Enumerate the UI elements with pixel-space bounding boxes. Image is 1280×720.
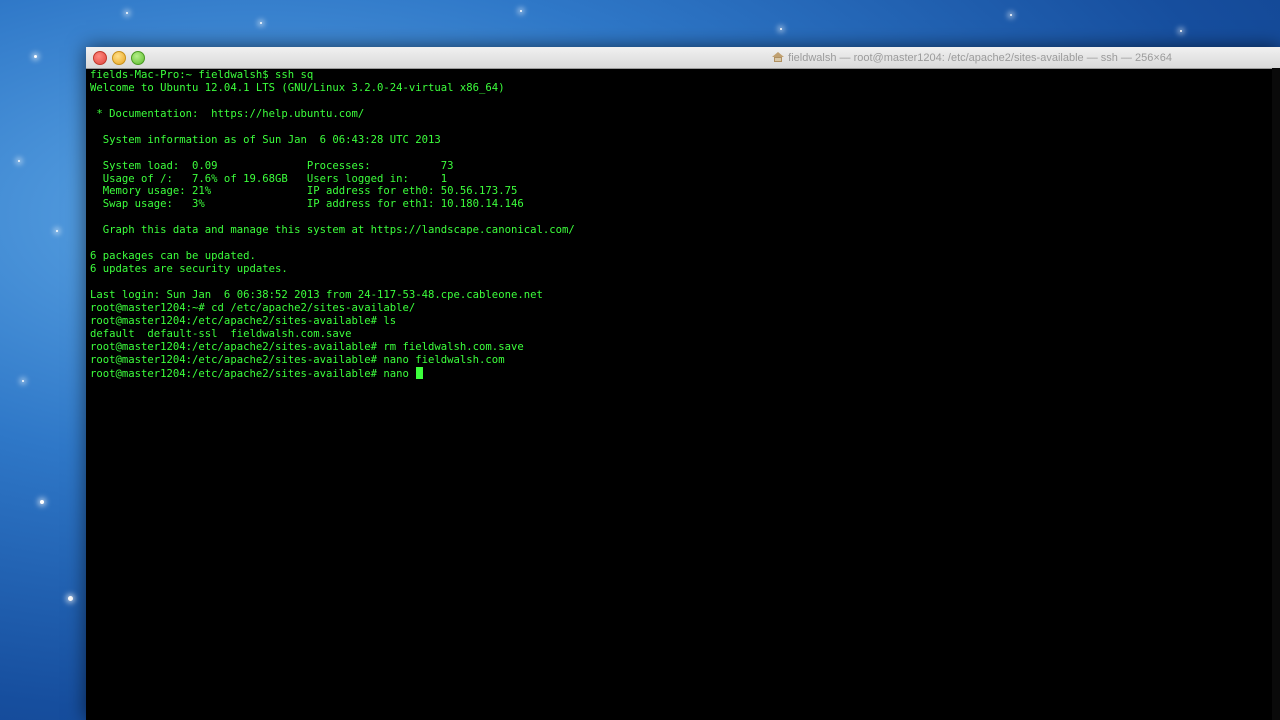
star-decoration (18, 160, 20, 162)
terminal-current-line[interactable]: root@master1204:/etc/apache2/sites-avail… (90, 366, 1270, 380)
terminal-line: root@master1204:~# cd /etc/apache2/sites… (90, 301, 416, 314)
star-decoration (780, 28, 782, 30)
terminal-output[interactable]: fields-Mac-Pro:~ fieldwalsh$ ssh sq Welco… (90, 69, 1270, 709)
star-decoration (520, 10, 522, 12)
terminal-line: default default-ssl fieldwalsh.com.save (90, 327, 352, 340)
star-decoration (1010, 14, 1012, 16)
star-decoration (126, 12, 128, 14)
terminal-line: 6 updates are security updates. (90, 263, 288, 276)
star-decoration (22, 380, 24, 382)
terminal-line: root@master1204:/etc/apache2/sites-avail… (90, 340, 524, 353)
minimize-window-button[interactable] (112, 51, 126, 65)
terminal-line: 6 packages can be updated. (90, 250, 256, 263)
terminal-line: System load: 0.09 Processes: 73 (90, 159, 454, 172)
window-title: fieldwalsh — root@master1204: /etc/apach… (788, 51, 1172, 64)
terminal-line: Graph this data and manage this system a… (90, 224, 575, 237)
terminal-window[interactable]: fieldwalsh — root@master1204: /etc/apach… (86, 47, 1280, 720)
terminal-line: Usage of /: 7.6% of 19.68GB Users logged… (90, 172, 448, 185)
scrollbar-track[interactable] (1272, 68, 1280, 720)
terminal-line: Swap usage: 3% IP address for eth1: 10.1… (90, 198, 524, 211)
terminal-line: System information as of Sun Jan 6 06:43… (90, 133, 441, 146)
star-decoration (56, 230, 58, 232)
home-icon (772, 52, 785, 63)
star-decoration (260, 22, 262, 24)
zoom-window-button[interactable] (131, 51, 145, 65)
star-decoration (34, 55, 37, 58)
window-title-group: fieldwalsh — root@master1204: /etc/apach… (772, 50, 1172, 65)
star-decoration (40, 500, 44, 504)
window-titlebar[interactable]: fieldwalsh — root@master1204: /etc/apach… (86, 47, 1280, 69)
terminal-line: * Documentation: https://help.ubuntu.com… (90, 107, 365, 120)
terminal-line: Welcome to Ubuntu 12.04.1 LTS (GNU/Linux… (90, 81, 505, 94)
terminal-line: root@master1204:/etc/apache2/sites-avail… (90, 353, 505, 366)
command-input[interactable]: nano (383, 368, 415, 380)
terminal-line: fields-Mac-Pro:~ fieldwalsh$ ssh sq (90, 69, 314, 81)
star-decoration (68, 596, 73, 601)
text-cursor (416, 366, 424, 379)
terminal-line: root@master1204:/etc/apache2/sites-avail… (90, 314, 397, 327)
close-window-button[interactable] (93, 51, 107, 65)
star-decoration (1180, 30, 1182, 32)
shell-prompt: root@master1204:/etc/apache2/sites-avail… (90, 367, 384, 380)
terminal-line: Memory usage: 21% IP address for eth0: 5… (90, 185, 518, 198)
terminal-line: Last login: Sun Jan 6 06:38:52 2013 from… (90, 288, 543, 301)
